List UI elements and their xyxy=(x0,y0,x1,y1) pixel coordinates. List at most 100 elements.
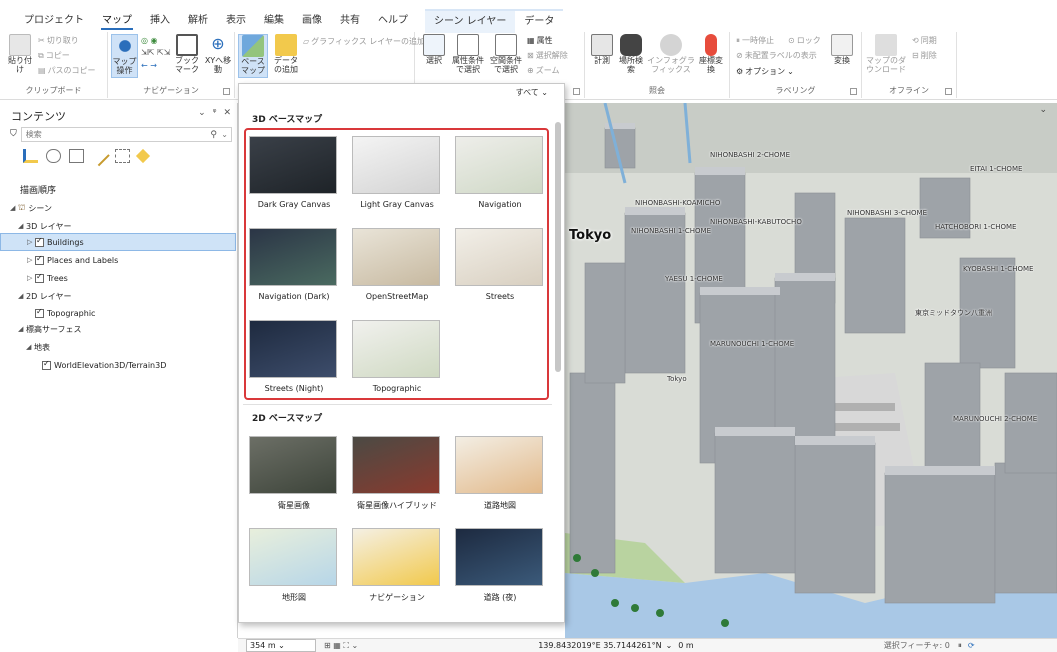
basemap-button[interactable]: ベースマップ xyxy=(238,34,268,78)
search-icon[interactable]: ⚲ xyxy=(210,129,217,142)
basemap-tile[interactable]: ナビゲーション xyxy=(352,528,442,603)
selection-view-icon[interactable] xyxy=(69,149,84,163)
collapse-icon[interactable]: ◢ xyxy=(18,222,26,230)
tab-imagery[interactable]: 画像 xyxy=(293,10,331,32)
snapping-icon[interactable] xyxy=(115,149,130,163)
search-options-icon[interactable]: ⌄ xyxy=(221,128,228,141)
tree-scene[interactable]: ◢ ⛫ シーン xyxy=(0,199,236,217)
tab-share[interactable]: 共有 xyxy=(331,10,369,32)
label-options-button[interactable]: ⚙ オプション ⌄ xyxy=(736,66,794,77)
basemap-tile[interactable]: Streets (Night) xyxy=(249,320,339,393)
expand-icon[interactable]: ▷ xyxy=(27,256,35,264)
locate-button[interactable]: 場所検索 xyxy=(617,34,645,74)
basemap-tile[interactable]: OpenStreetMap xyxy=(352,228,442,301)
collapse-icon[interactable]: ◢ xyxy=(26,343,34,351)
layer-checkbox[interactable] xyxy=(35,236,44,247)
gallery-filter-dropdown[interactable]: すべて ⌄ xyxy=(516,87,548,98)
editing-icon[interactable] xyxy=(89,145,110,167)
globe-icon[interactable]: ◎ ◉ xyxy=(141,36,158,45)
tree-places-labels[interactable]: ▷ Places and Labels xyxy=(0,251,236,269)
clear-selection-button[interactable]: ⊠ 選択解除 xyxy=(527,50,568,61)
layer-checkbox[interactable] xyxy=(42,359,51,370)
basemap-tile[interactable]: Streets xyxy=(455,228,545,301)
infographics-button[interactable]: インフォグラフィックス xyxy=(647,34,695,74)
expand-icon[interactable]: ▷ xyxy=(27,274,35,282)
explore-button[interactable]: マップ操作 xyxy=(111,34,138,78)
select-by-location-button[interactable]: 空間条件で選択 xyxy=(488,34,524,74)
lock-labels-button[interactable]: ⊙ ロック xyxy=(788,35,821,46)
layer-checkbox[interactable] xyxy=(35,272,44,283)
tree-terrain[interactable]: WorldElevation3D/Terrain3D xyxy=(0,356,236,374)
basemap-tile[interactable]: 衛星画像 xyxy=(249,436,339,511)
collapse-icon[interactable]: ◢ xyxy=(18,292,26,300)
tree-elevation-surfaces[interactable]: ◢ 標高サーフェス xyxy=(0,320,236,338)
zoom-selection-button[interactable]: ⊕ ズーム xyxy=(527,65,559,76)
tab-data[interactable]: データ xyxy=(515,11,563,33)
selection-launcher[interactable] xyxy=(573,88,580,95)
back-forward-icon[interactable]: ← → xyxy=(141,61,157,70)
tab-map[interactable]: マップ xyxy=(93,10,141,32)
tree-trees[interactable]: ▷ Trees xyxy=(0,269,236,287)
tree-ground[interactable]: ◢ 地表 xyxy=(0,338,236,356)
tab-view[interactable]: 表示 xyxy=(217,10,255,32)
convert-coordinates-button[interactable]: 座標変換 xyxy=(697,34,725,74)
cut-button[interactable]: ✂ 切り取り xyxy=(38,35,79,46)
tree-buildings[interactable]: ▷ Buildings xyxy=(0,233,236,251)
basemap-tile[interactable]: 道路地図 xyxy=(455,436,545,511)
basemap-tile[interactable]: 地形図 xyxy=(249,528,339,603)
paste-button[interactable]: 貼り付け xyxy=(6,34,34,74)
pause-labels-button[interactable]: ⏸ 一時停止 xyxy=(736,35,774,46)
basemap-tile[interactable]: 衛星画像ハイブリッド xyxy=(352,436,442,511)
tree-2d-layers[interactable]: ◢ 2D レイヤー xyxy=(0,287,236,305)
copy-path-button[interactable]: ▤ パスのコピー xyxy=(38,65,96,76)
layer-checkbox[interactable] xyxy=(35,254,44,265)
tab-edit[interactable]: 編集 xyxy=(255,10,293,32)
draw-order-icon[interactable] xyxy=(23,149,38,163)
add-graphics-layer-button[interactable]: ▱ グラフィックス レイヤーの追加 xyxy=(303,36,425,47)
basemap-tile[interactable]: Dark Gray Canvas xyxy=(249,136,339,209)
pause-drawing-icon[interactable]: ⏸ xyxy=(958,641,962,651)
labeling-view-icon[interactable] xyxy=(135,148,151,164)
filter-icon[interactable]: ⛉ xyxy=(10,129,17,139)
unplaced-labels-button[interactable]: ⊘ 未配置ラベルの表示 xyxy=(736,50,817,61)
basemap-tile[interactable]: 道路 (夜) xyxy=(455,528,545,603)
select-by-attributes-button[interactable]: 属性条件で選択 xyxy=(450,34,486,74)
basemap-tile[interactable]: Light Gray Canvas xyxy=(352,136,442,209)
basemap-tile[interactable]: Topographic xyxy=(352,320,442,393)
chevron-down-icon[interactable]: ⌄ xyxy=(666,641,673,650)
layer-checkbox[interactable] xyxy=(35,307,44,318)
refresh-icon[interactable]: ⟳ xyxy=(968,641,975,650)
tab-project[interactable]: プロジェクト xyxy=(15,10,93,32)
close-icon[interactable]: ✕ xyxy=(223,108,231,118)
zoom-extent-icon[interactable]: ⇲⇱ ⇱⇲ xyxy=(141,48,170,57)
map-options-chevron-icon[interactable]: ⌄ xyxy=(1039,105,1047,115)
offline-launcher[interactable] xyxy=(945,88,952,95)
copy-button[interactable]: ⧉ コピー xyxy=(38,50,70,61)
pane-menu-icon[interactable]: ⌄ xyxy=(198,108,206,118)
tab-help[interactable]: ヘルプ xyxy=(369,10,417,32)
collapse-icon[interactable]: ◢ xyxy=(10,204,18,212)
basemap-tile[interactable]: Navigation xyxy=(455,136,545,209)
pin-pane-icon[interactable]: ᵠ xyxy=(213,108,217,118)
search-input[interactable]: 検索 ⚲ ⌄ xyxy=(20,126,232,142)
bookmarks-button[interactable]: ブックマーク xyxy=(172,34,202,74)
attributes-button[interactable]: ▦ 属性 xyxy=(527,35,553,46)
expand-icon[interactable]: ▷ xyxy=(27,238,35,246)
map-view[interactable]: Tokyo NIHONBASHI 2-CHOME EITAI 1-CHOME N… xyxy=(565,103,1057,638)
add-data-button[interactable]: データの追加 xyxy=(271,34,301,74)
goto-xy-button[interactable]: ⊕ XYへ移動 xyxy=(204,34,232,74)
scrollbar-thumb[interactable] xyxy=(555,122,561,372)
basemap-tile[interactable]: Navigation (Dark) xyxy=(249,228,339,301)
sync-button[interactable]: ⟲ 同期 xyxy=(912,35,937,46)
navigation-launcher[interactable] xyxy=(223,88,230,95)
collapse-icon[interactable]: ◢ xyxy=(18,325,26,333)
remove-button[interactable]: ⊟ 削除 xyxy=(912,50,937,61)
select-button[interactable]: 選択 xyxy=(421,34,447,65)
tab-insert[interactable]: 挿入 xyxy=(141,10,179,32)
convert-labels-button[interactable]: 変換 xyxy=(828,34,856,65)
gallery-scrollbar[interactable] xyxy=(554,114,562,614)
data-source-icon[interactable] xyxy=(46,149,61,163)
labeling-launcher[interactable] xyxy=(850,88,857,95)
view-tools-icon[interactable]: ⊞ ▦ ⛶ ⌄ xyxy=(324,641,358,651)
measure-button[interactable]: 計測 xyxy=(589,34,615,65)
